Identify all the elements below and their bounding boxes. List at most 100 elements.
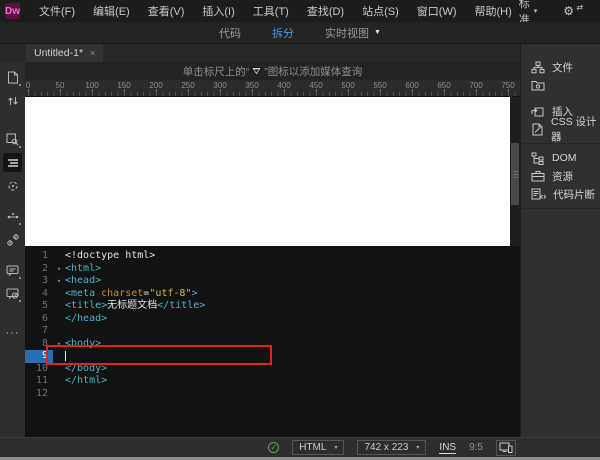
code-view[interactable]: 1 <!doctype html>2▾<html>3▾<head>4<meta c… (25, 246, 520, 437)
code-text: <!doctype html> (65, 250, 155, 263)
view-mode-label: 拆分 (272, 25, 294, 41)
window-controls: × (596, 2, 600, 20)
panel-label: CSS 设计器 (551, 114, 600, 144)
line-number: 7 (25, 325, 53, 338)
code-text: <head> (65, 275, 101, 288)
remove-comment-icon[interactable] (3, 284, 22, 303)
view-mode-button[interactable]: 代码 (219, 25, 246, 41)
horizontal-ruler[interactable]: 0501001502002503003504004505005506006507… (25, 80, 520, 97)
left-toolbar: ··· (0, 62, 25, 437)
code-line[interactable]: 3▾<head> (25, 275, 520, 288)
code-line[interactable]: 12 (25, 388, 520, 401)
line-number: 1 (25, 250, 53, 263)
panel-label: DOM (552, 152, 577, 164)
ruler-label: 0 (26, 81, 30, 90)
dreamweaver-logo-icon: Dw (5, 3, 20, 19)
chevron-down-icon: ▾ (334, 444, 337, 451)
cursor-position: 9:5 (469, 442, 483, 453)
dreamweaver-window: Dw 文件(F)编辑(E)查看(V)插入(I)工具(T)查找(D)站点(S)窗口… (0, 0, 600, 460)
window-size-dropdown[interactable]: 742 x 223 ▾ (357, 440, 426, 455)
design-view-canvas[interactable] (25, 97, 510, 246)
doc-type-dropdown[interactable]: HTML ▾ (292, 440, 344, 455)
insert-mode-indicator[interactable]: INS (439, 442, 456, 454)
code-line[interactable]: 7 (25, 325, 520, 338)
ruler-label: 550 (373, 81, 386, 90)
apply-comment-icon[interactable] (3, 261, 22, 280)
live-code-inspect-icon[interactable] (3, 130, 22, 149)
minimize-button[interactable] (596, 2, 600, 20)
vertical-scrollbar[interactable] (510, 97, 520, 246)
cc-libraries-panel-tab[interactable] (521, 76, 600, 94)
ruler-labels: 0501001502002503003504004505005506006507… (28, 81, 520, 91)
file-management-icon[interactable] (3, 91, 22, 110)
panel-label: 资源 (552, 169, 573, 184)
code-line[interactable]: 2▾<html> (25, 263, 520, 276)
document-tab[interactable]: Untitled-1* × (26, 44, 103, 62)
code-line[interactable]: 1 <!doctype html> (25, 250, 520, 263)
ruler-label: 200 (149, 81, 162, 90)
view-mode-button[interactable]: 拆分 (272, 25, 299, 41)
message-suffix: ”图标以添加媒体查询 (264, 64, 362, 79)
line-number: 12 (25, 388, 53, 401)
code-text: </html> (65, 375, 107, 388)
chevron-down-icon: ▾ (534, 7, 538, 15)
code-line[interactable]: 4<meta charset="utf-8"> (25, 288, 520, 301)
ruler-label: 150 (117, 81, 130, 90)
panel-label: 代码片断 (553, 187, 595, 202)
title-bar: Dw 文件(F)编辑(E)查看(V)插入(I)工具(T)查找(D)站点(S)窗口… (0, 0, 600, 22)
files-panel-tab[interactable]: 文件 (521, 58, 600, 76)
snippets-panel-tab[interactable]: 代码片断 (521, 185, 600, 203)
device-preview-button[interactable] (496, 440, 516, 456)
menu-bar: 文件(F)编辑(E)查看(V)插入(I)工具(T)查找(D)站点(S)窗口(W)… (32, 1, 519, 21)
sync-settings-gear-icon[interactable]: ⚙⇄ (563, 4, 574, 18)
ruler-label: 700 (469, 81, 482, 90)
status-bar: ✓ HTML ▾ 742 x 223 ▾ INS 9:5 (0, 437, 600, 457)
ruler-label: 350 (245, 81, 258, 90)
menu-item[interactable]: 工具(T) (246, 1, 296, 21)
window-size-value: 742 x 223 (364, 442, 408, 453)
menu-item[interactable]: 文件(F) (32, 1, 82, 21)
code-text: <title>无标题文档</title> (65, 300, 205, 313)
assets-panel-icon (531, 170, 545, 182)
panel-divider (521, 208, 600, 209)
media-query-triangle-icon (251, 67, 262, 76)
panel-label: 文件 (552, 60, 573, 75)
view-mode-button[interactable]: 实时视图 ▼ (325, 25, 381, 41)
menu-item[interactable]: 查看(V) (141, 1, 192, 21)
dom-panel-icon (531, 152, 545, 165)
dom-panel-tab[interactable]: DOM (521, 149, 600, 167)
code-line[interactable]: 11 </html> (25, 375, 520, 388)
scrollbar-thumb[interactable] (511, 143, 519, 205)
fold-arrow-icon[interactable]: ▾ (53, 275, 65, 288)
code-line[interactable]: 6</head> (25, 313, 520, 326)
css-designer-panel-icon (531, 123, 544, 136)
tab-close-icon[interactable]: × (90, 48, 95, 58)
menu-item[interactable]: 编辑(E) (86, 1, 137, 21)
fold-arrow-icon[interactable]: ▾ (53, 263, 65, 276)
line-number: 5 (25, 300, 53, 313)
validation-ok-icon: ✓ (268, 442, 279, 453)
ruler-label: 500 (341, 81, 354, 90)
menu-item[interactable]: 帮助(H) (468, 1, 519, 21)
line-number: 4 (25, 288, 53, 301)
format-source-code-icon[interactable] (3, 153, 22, 172)
view-mode-bar: 代码 拆分 实时视图 ▼ (0, 22, 600, 44)
customize-toolbar-icon[interactable]: ··· (3, 323, 22, 342)
open-documents-icon[interactable] (3, 68, 22, 87)
assets-panel-tab[interactable]: 资源 (521, 167, 600, 185)
menu-item[interactable]: 站点(S) (355, 1, 406, 21)
ruler-label: 750 (501, 81, 514, 90)
media-query-message-bar: 单击标尺上的“ ”图标以添加媒体查询 (25, 62, 520, 80)
menu-item[interactable]: 窗口(W) (410, 1, 464, 21)
code-hints-icon[interactable] (3, 207, 22, 226)
device-preview-icon (499, 442, 513, 453)
remove-link-icon[interactable] (3, 230, 22, 249)
line-number: 11 (25, 375, 53, 388)
css-designer-panel-tab[interactable]: CSS 设计器 (521, 120, 600, 138)
menu-item[interactable]: 查找(D) (300, 1, 351, 21)
code-line[interactable]: 5 <title>无标题文档</title> (25, 300, 520, 313)
guides-target-icon[interactable] (3, 176, 22, 195)
ruler-label: 50 (56, 81, 65, 90)
code-text: </head> (65, 313, 107, 326)
menu-item[interactable]: 插入(I) (195, 1, 241, 21)
